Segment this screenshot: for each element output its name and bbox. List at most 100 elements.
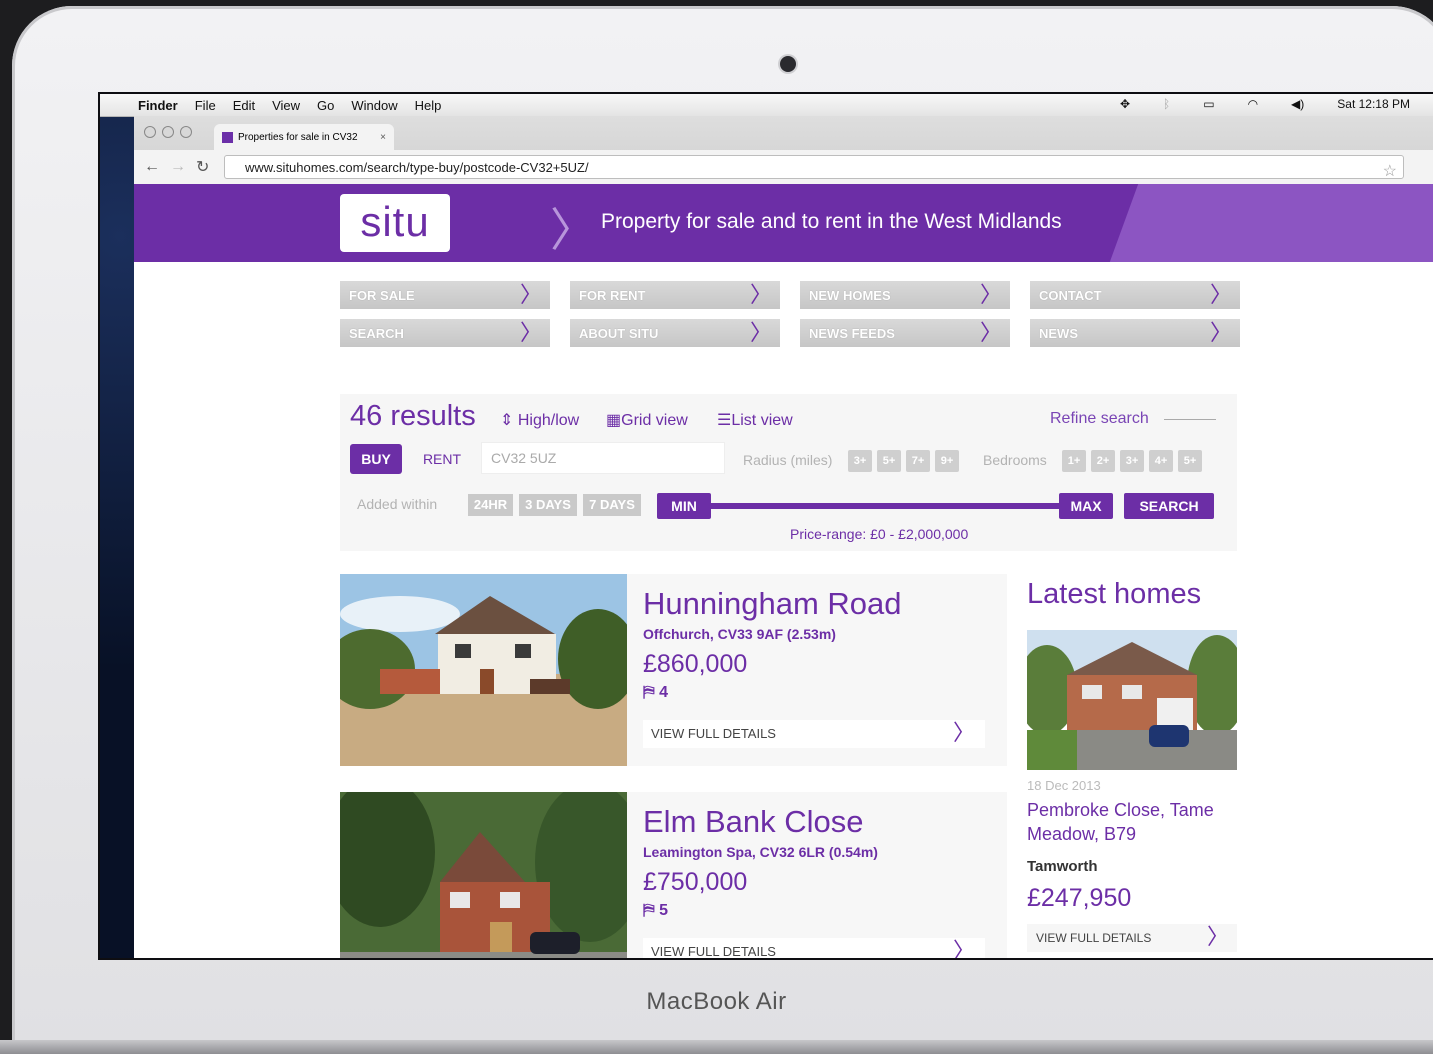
view-details-button[interactable]: VIEW FULL DETAILS 〉 [643,720,985,748]
zoom-window-button[interactable] [180,126,192,138]
nav-label: CONTACT [1039,287,1102,303]
main-nav: FOR SALE 〉 FOR RENT 〉 NEW HOMES 〉 CONTACT 〉 … [340,281,1240,347]
bedroom-option-5[interactable]: 5+ [1178,450,1202,472]
latest-home-title[interactable]: Pembroke Close, Tame Meadow, B79 [1027,798,1237,846]
site-logo[interactable]: situ [340,194,450,252]
menu-go[interactable]: Go [317,98,334,113]
refine-search-link[interactable]: Refine search [1050,410,1149,428]
beds-count: 4 [659,684,668,701]
back-icon[interactable]: ← [144,158,160,176]
bedroom-option-3[interactable]: 3+ [1120,450,1144,472]
nav-label: NEWS FEEDS [809,325,895,341]
menu-help[interactable]: Help [415,98,442,113]
view-details-label: VIEW FULL DETAILS [1036,931,1152,945]
radius-option-7[interactable]: 7+ [906,450,930,472]
price-max-handle[interactable]: MAX [1059,493,1113,519]
list-icon: ☰ [717,412,732,429]
added-3-days[interactable]: 3 DAYS [519,494,577,516]
nav-label: ABOUT SITU [579,325,659,341]
listing-photo[interactable] [340,792,627,958]
added-24hr[interactable]: 24HR [468,494,513,516]
nav-news[interactable]: NEWS 〉 [1030,319,1240,347]
listing-card[interactable]: Hunningham Road Offchurch, CV33 9AF (2.5… [340,574,1007,766]
search-button[interactable]: SEARCH [1124,493,1214,519]
latest-homes-heading: Latest homes [1027,578,1202,610]
volume-icon[interactable]: ◀) [1291,97,1304,111]
nav-search[interactable]: SEARCH 〉 [340,319,550,347]
bed-icon: ⛿ [643,902,655,919]
sort-label: High/low [517,412,580,429]
menu-window[interactable]: Window [351,98,397,113]
battery-icon[interactable]: ▭ [1203,97,1214,111]
chevron-right-icon: 〉 [952,720,975,745]
added-7-days[interactable]: 7 DAYS [583,494,641,516]
price-slider-track[interactable] [710,503,1062,509]
view-details-button[interactable]: VIEW FULL DETAILS 〉 [643,938,985,958]
radius-option-5[interactable]: 5+ [877,450,901,472]
search-panel: 46 results ⇕ High/low ▦Grid view ☰List v… [340,394,1237,551]
radius-option-9[interactable]: 9+ [935,450,959,472]
postcode-input[interactable]: CV32 5UZ [481,442,725,474]
results-count: 46 results [350,400,476,432]
buy-button[interactable]: BUY [350,444,402,474]
chevron-right-icon: 〉 [749,282,772,307]
grid-view-toggle[interactable]: ▦Grid view [606,410,688,430]
reload-icon[interactable]: ↻ [196,157,209,177]
sort-icon: ⇕ [500,412,514,429]
nav-label: FOR SALE [349,287,415,303]
web-page: situ 〉 Property for sale and to rent in … [134,184,1433,958]
dropbox-icon[interactable]: ✥ [1120,97,1130,111]
radius-option-3[interactable]: 3+ [848,450,872,472]
bookmark-star-icon[interactable]: ☆ [1383,161,1397,181]
grid-icon: ▦ [606,412,622,429]
close-window-button[interactable] [144,126,156,138]
rent-button[interactable]: RENT [412,444,472,474]
menu-file[interactable]: File [195,98,216,113]
forward-icon[interactable]: → [170,158,186,176]
listing-card[interactable]: Elm Bank Close Leamington Spa, CV32 6LR … [340,792,1007,958]
address-bar[interactable]: www.situhomes.com/search/type-buy/postco… [224,155,1404,181]
bedroom-option-4[interactable]: 4+ [1149,450,1173,472]
beds-count: 5 [659,902,668,919]
nav-label: NEWS [1039,325,1078,341]
menu-edit[interactable]: Edit [233,98,255,113]
nav-new-homes[interactable]: NEW HOMES 〉 [800,281,1010,309]
wifi-icon[interactable]: ◠ [1248,97,1258,111]
nav-contact[interactable]: CONTACT 〉 [1030,281,1240,309]
nav-for-rent[interactable]: FOR RENT 〉 [570,281,780,309]
bedroom-option-1[interactable]: 1+ [1062,450,1086,472]
nav-for-sale[interactable]: FOR SALE 〉 [340,281,550,309]
close-tab-icon[interactable]: × [380,132,386,143]
price-min-handle[interactable]: MIN [657,493,711,519]
list-view-toggle[interactable]: ☰List view [717,410,793,430]
menu-finder[interactable]: Finder [138,98,178,113]
latest-view-details-button[interactable]: VIEW FULL DETAILS 〉 [1027,924,1237,952]
bedroom-option-2[interactable]: 2+ [1091,450,1115,472]
nav-label: NEW HOMES [809,287,891,303]
listing-price: £860,000 [643,650,748,678]
chevron-right-icon: 〉 [1209,282,1232,307]
favicon-icon [222,131,233,143]
chevron-right-icon: 〉 [979,282,1002,307]
latest-date: 18 Dec 2013 [1027,778,1101,793]
webcam [780,56,796,72]
listing-photo[interactable] [340,574,627,766]
bluetooth-icon[interactable]: ᛒ [1163,97,1170,111]
chevron-right-icon: 〉 [749,320,772,345]
minimize-window-button[interactable] [162,126,174,138]
latest-home-photo[interactable] [1027,630,1237,770]
browser-tab[interactable]: Properties for sale in CV32 × [214,124,394,150]
menu-view[interactable]: View [272,98,300,113]
sort-high-low[interactable]: ⇕ High/low [500,410,579,430]
chevron-right-icon: 〉 [550,204,596,256]
latest-price: £247,950 [1027,884,1132,912]
nav-about-situ[interactable]: ABOUT SITU 〉 [570,319,780,347]
window-controls [144,126,192,138]
nav-news-feeds[interactable]: NEWS FEEDS 〉 [800,319,1010,347]
bed-icon: ⛿ [643,684,655,701]
clock[interactable]: Sat 12:18 PM [1337,97,1410,111]
nav-label: SEARCH [349,325,404,341]
listing-beds: ⛿ 4 [643,684,668,702]
listing-title[interactable]: Hunningham Road [643,586,902,622]
listing-title[interactable]: Elm Bank Close [643,804,864,840]
